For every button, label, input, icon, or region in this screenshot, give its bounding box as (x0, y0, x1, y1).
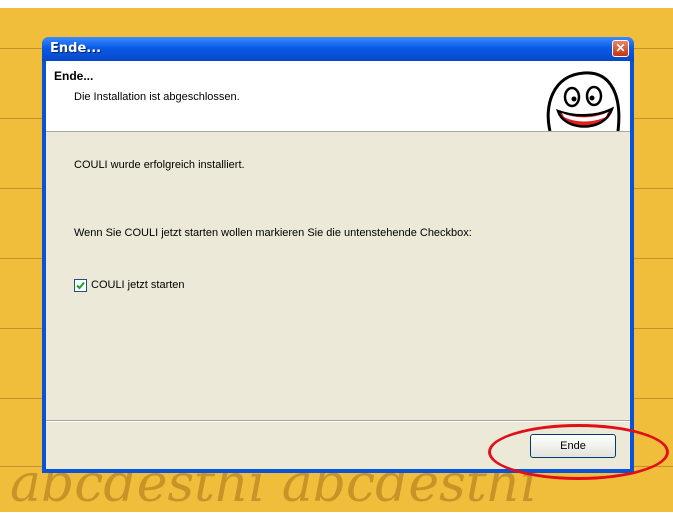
page-title: Ende... (54, 69, 94, 83)
title-bar[interactable]: Ende... ✕ (42, 37, 634, 61)
installer-window: Ende... ✕ Ende... Die Installation ist a… (42, 37, 634, 473)
smiley-logo-icon (546, 71, 621, 131)
window-title: Ende... (50, 41, 102, 56)
launch-checkbox-label[interactable]: COULI jetzt starten (91, 279, 185, 291)
checkmark-icon (76, 281, 85, 290)
page-subtitle: Die Installation ist abgeschlossen. (74, 91, 240, 103)
footer-separator (46, 420, 630, 422)
close-icon: ✕ (615, 41, 626, 55)
dialog-client-area: Ende... Die Installation ist abgeschloss… (46, 61, 630, 469)
instruction-text: Wenn Sie COULI jetzt starten wollen mark… (74, 227, 472, 239)
close-button[interactable]: ✕ (612, 40, 629, 57)
annotation-highlight-ellipse (488, 424, 669, 480)
launch-checkbox[interactable] (74, 279, 87, 292)
success-message: COULI wurde erfolgreich installiert. (74, 159, 245, 171)
wizard-header: Ende... Die Installation ist abgeschloss… (46, 61, 630, 132)
